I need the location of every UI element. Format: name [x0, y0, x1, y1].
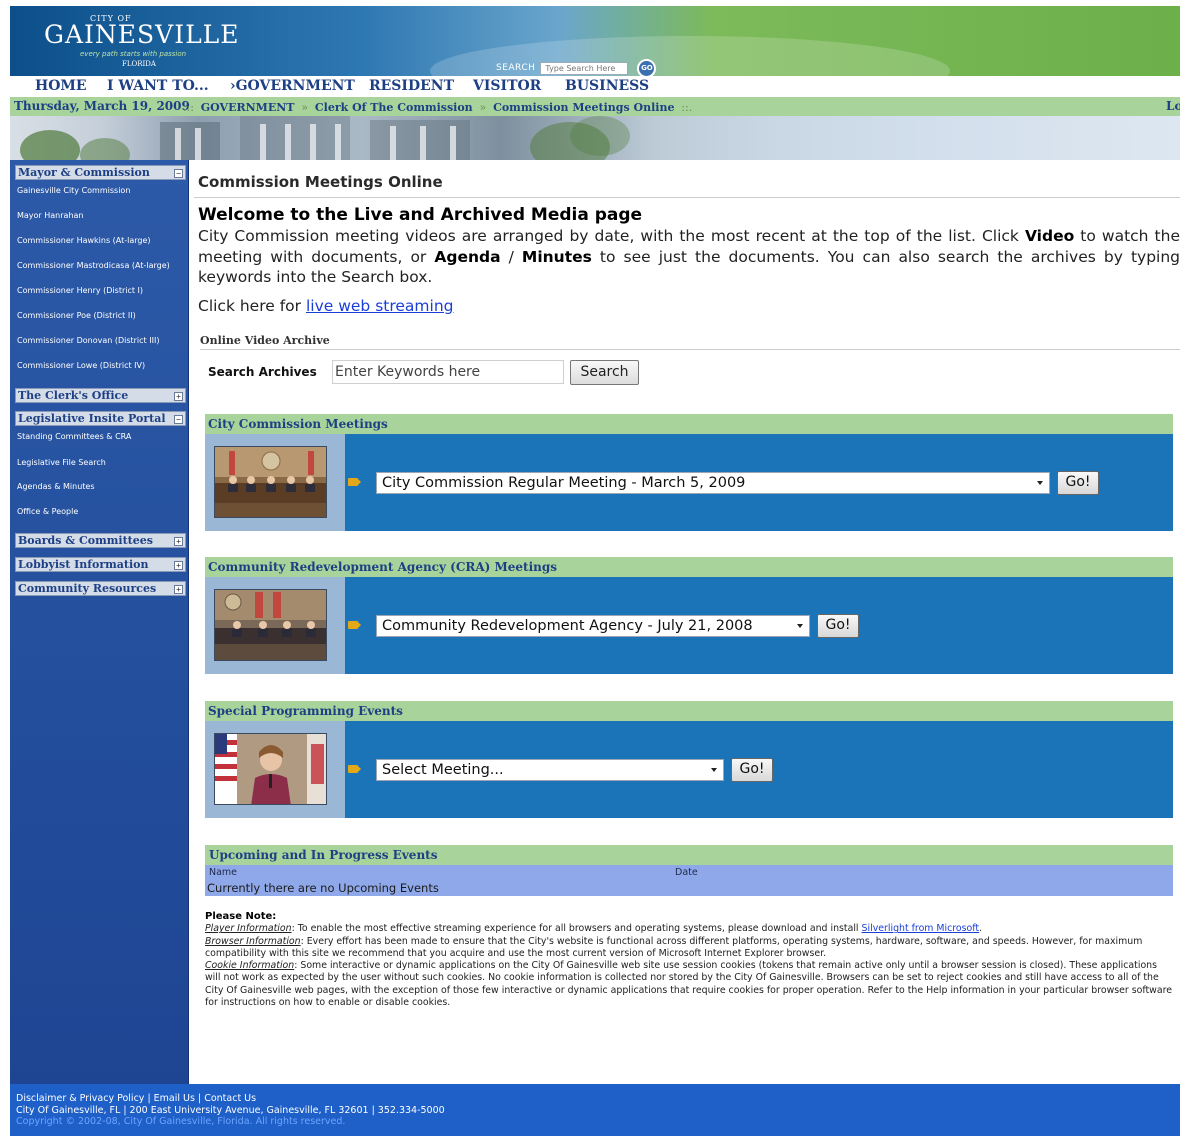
- sidebar: Mayor & Commission − Gainesville City Co…: [10, 160, 189, 1084]
- search-label: SEARCH: [496, 63, 536, 73]
- nav-government[interactable]: ›GOVERNMENT: [230, 78, 355, 94]
- expand-icon[interactable]: +: [174, 392, 183, 401]
- footer-copyright: Copyright © 2002-08, City Of Gainesville…: [16, 1116, 346, 1127]
- silverlight-link[interactable]: Silverlight from Microsoft: [862, 923, 980, 934]
- city-commission-meeting-select[interactable]: City Commission Regular Meeting - March …: [376, 472, 1050, 494]
- sidebar-section-lobbyist-information[interactable]: Lobbyist Information +: [15, 557, 186, 572]
- sidebar-item-city-commission[interactable]: Gainesville City Commission: [17, 186, 130, 195]
- expand-icon[interactable]: +: [174, 537, 183, 546]
- logo-tagline: every path starts with passion: [80, 50, 187, 58]
- breadcrumb-clerk[interactable]: Clerk Of The Commission: [315, 101, 473, 114]
- chevron-down-icon: [1037, 481, 1043, 485]
- collapse-icon[interactable]: −: [174, 415, 183, 424]
- chevron-down-icon: [797, 624, 803, 628]
- nav-i-want-to[interactable]: I WANT TO...: [107, 78, 209, 94]
- sidebar-item-agendas-minutes[interactable]: Agendas & Minutes: [17, 482, 95, 491]
- nav-home[interactable]: HOME: [35, 78, 87, 94]
- video-camera-icon: [348, 478, 361, 486]
- sidebar-item-standing-committees[interactable]: Standing Committees & CRA: [17, 432, 131, 441]
- logo-state: FLORIDA: [122, 60, 156, 68]
- video-camera-icon: [348, 621, 361, 629]
- city-logo[interactable]: CITY OF GAINESVILLE every path starts wi…: [40, 12, 240, 68]
- nav-visitor[interactable]: VISITOR: [473, 78, 541, 94]
- footer: Disclaimer & Privacy Policy | Email Us |…: [10, 1084, 1180, 1136]
- sidebar-item-lowe[interactable]: Commissioner Lowe (District IV): [17, 361, 145, 370]
- sidebar-item-poe[interactable]: Commissioner Poe (District II): [17, 311, 136, 320]
- logo-name: GAINESVILLE: [44, 20, 240, 49]
- live-web-streaming-link[interactable]: live web streaming: [306, 297, 454, 315]
- sidebar-section-boards-committees[interactable]: Boards & Committees +: [15, 533, 186, 548]
- keyword-search-input[interactable]: Enter Keywords here: [332, 360, 564, 384]
- sidebar-item-office-people[interactable]: Office & People: [17, 507, 78, 516]
- disclaimer-link[interactable]: Disclaimer & Privacy Policy: [16, 1093, 144, 1104]
- empty-state-message: Currently there are no Upcoming Events: [207, 881, 439, 895]
- search-input[interactable]: Type Search Here: [540, 61, 629, 75]
- breadcrumb: .:: GOVERNMENT » Clerk Of The Commission…: [183, 101, 693, 114]
- archive-label: Online Video Archive: [200, 334, 330, 347]
- sidebar-item-donovan[interactable]: Commissioner Donovan (District III): [17, 336, 159, 345]
- page-title: Commission Meetings Online: [198, 173, 443, 191]
- welcome-heading: Welcome to the Live and Archived Media p…: [198, 205, 643, 225]
- divider: [200, 349, 1180, 350]
- search-go-button[interactable]: GO: [637, 58, 657, 76]
- sidebar-section-community-resources[interactable]: Community Resources +: [15, 581, 186, 596]
- breadcrumb-bar: Thursday, March 19, 2009 .:: GOVERNMENT …: [10, 97, 1180, 116]
- main-nav: HOME I WANT TO... ›GOVERNMENT RESIDENT V…: [10, 76, 1180, 97]
- breadcrumb-government[interactable]: GOVERNMENT: [201, 101, 295, 114]
- nav-business[interactable]: BUSINESS: [565, 78, 649, 94]
- expand-icon[interactable]: +: [174, 561, 183, 570]
- section-title: Community Redevelopment Agency (CRA) Mee…: [208, 560, 558, 574]
- header-search: SEARCH Type Search Here GO: [496, 58, 657, 76]
- upcoming-events-table: Name Date Currently there are no Upcomin…: [205, 865, 1173, 896]
- search-archives-button[interactable]: Search: [570, 360, 639, 385]
- sidebar-section-legislative-portal[interactable]: Legislative Insite Portal −: [15, 411, 186, 426]
- expand-icon[interactable]: +: [174, 585, 183, 594]
- login-link[interactable]: Logi: [1166, 99, 1180, 113]
- contact-us-link[interactable]: Contact Us: [204, 1093, 256, 1104]
- meeting-thumbnail: [214, 589, 327, 661]
- page: CITY OF GAINESVILLE every path starts wi…: [0, 0, 1180, 1136]
- header-banner: CITY OF GAINESVILLE every path starts wi…: [10, 6, 1180, 76]
- event-thumbnail: [214, 733, 327, 805]
- collapse-icon[interactable]: −: [174, 169, 183, 178]
- welcome-text: City Commission meeting videos are arran…: [198, 227, 1180, 286]
- email-us-link[interactable]: Email Us: [154, 1093, 195, 1104]
- main-content: Commission Meetings Online Welcome to th…: [190, 160, 1180, 1084]
- cra-go-button[interactable]: Go!: [817, 614, 859, 638]
- cra-meeting-select[interactable]: Community Redevelopment Agency - July 21…: [376, 615, 810, 637]
- sidebar-item-mayor[interactable]: Mayor Hanrahan: [17, 211, 84, 220]
- header-photo-strip: [10, 116, 1180, 160]
- current-date: Thursday, March 19, 2009: [14, 99, 190, 113]
- divider: [194, 197, 1180, 198]
- footer-links: Disclaimer & Privacy Policy | Email Us |…: [16, 1093, 257, 1104]
- breadcrumb-current: Commission Meetings Online: [493, 101, 675, 114]
- sidebar-item-henry[interactable]: Commissioner Henry (District I): [17, 286, 143, 295]
- nav-resident[interactable]: RESIDENT: [369, 78, 454, 94]
- column-header-name: Name: [209, 867, 238, 878]
- section-title: City Commission Meetings: [208, 417, 388, 431]
- video-camera-icon: [348, 765, 361, 773]
- live-stream-line: Click here for live web streaming: [198, 297, 454, 315]
- meeting-thumbnail: [214, 446, 327, 518]
- special-event-select[interactable]: Select Meeting...: [376, 759, 724, 781]
- city-commission-go-button[interactable]: Go!: [1057, 471, 1099, 495]
- sidebar-section-clerks-office[interactable]: The Clerk's Office +: [15, 388, 186, 403]
- sidebar-item-legislative-file-search[interactable]: Legislative File Search: [17, 458, 106, 467]
- please-note: Please Note: Player Information: To enab…: [205, 911, 1175, 1009]
- sidebar-section-mayor-commission[interactable]: Mayor & Commission −: [15, 165, 186, 180]
- column-header-date: Date: [675, 867, 698, 878]
- search-archives-label: Search Archives: [208, 365, 317, 379]
- special-events-go-button[interactable]: Go!: [731, 758, 773, 782]
- chevron-down-icon: [711, 768, 717, 772]
- section-title: Upcoming and In Progress Events: [209, 848, 438, 862]
- section-title: Special Programming Events: [208, 704, 403, 718]
- footer-address: City Of Gainesville, FL | 200 East Unive…: [16, 1105, 445, 1116]
- sidebar-item-hawkins[interactable]: Commissioner Hawkins (At-large): [17, 236, 151, 245]
- note-title: Please Note:: [205, 911, 277, 922]
- sidebar-item-mastrodicasa[interactable]: Commissioner Mastrodicasa (At-large): [17, 261, 170, 270]
